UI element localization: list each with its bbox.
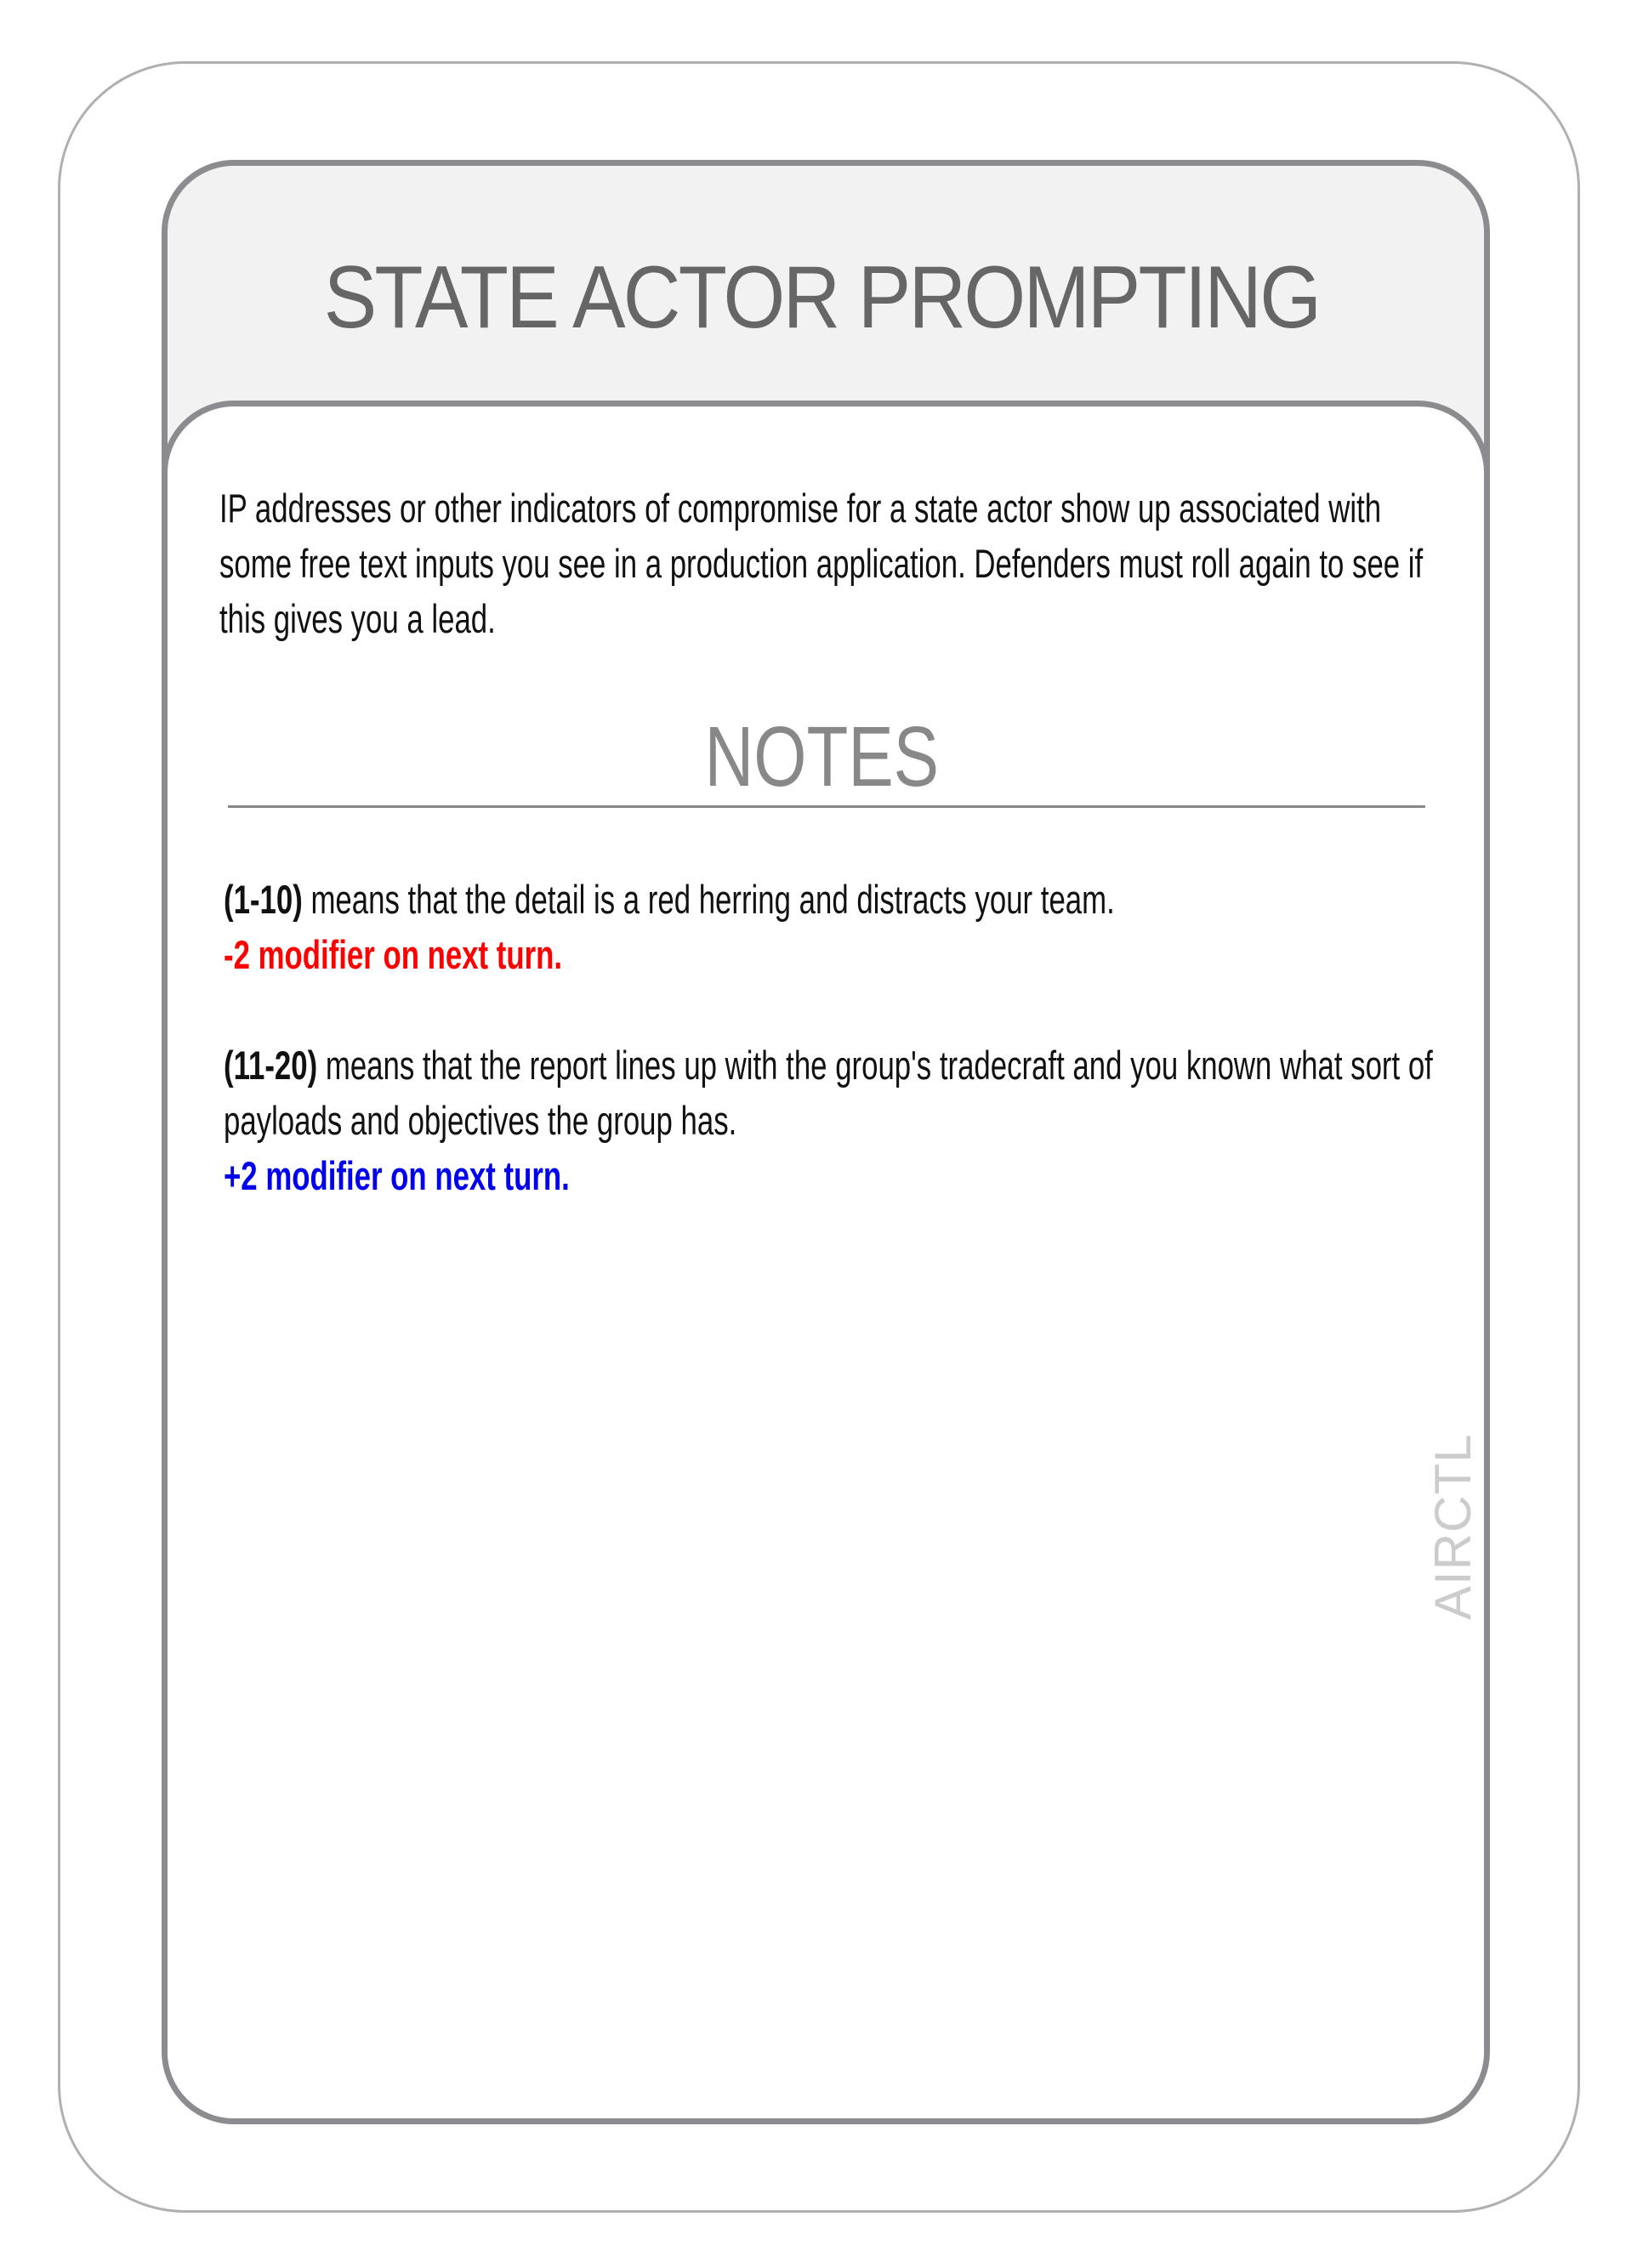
notes-heading: NOTES (0, 714, 1643, 799)
outcome-range: (1-10) (224, 877, 303, 922)
outcome-low: (1-10) means that the detail is a red he… (224, 872, 1441, 982)
outcome-modifier-negative: -2 modifier on next turn. (224, 932, 563, 977)
outcome-high: (11-20) means that the report lines up w… (224, 1037, 1441, 1203)
outcome-text: means that the report lines up with the … (224, 1043, 1433, 1143)
brand-watermark: AIRCTL (1424, 1433, 1481, 1620)
card-description: IP addresses or other indicators of comp… (219, 486, 1424, 641)
notes-heading-text: NOTES (704, 709, 939, 804)
outcome-text: means that the detail is a red herring a… (302, 877, 1115, 922)
outcome-modifier-positive: +2 modifier on next turn. (224, 1153, 570, 1198)
notes-divider (228, 805, 1425, 808)
card-title: STATE ACTOR PROMPTING (323, 248, 1322, 347)
outcome-range: (11-20) (224, 1043, 318, 1088)
card-body-panel (168, 401, 1484, 2118)
